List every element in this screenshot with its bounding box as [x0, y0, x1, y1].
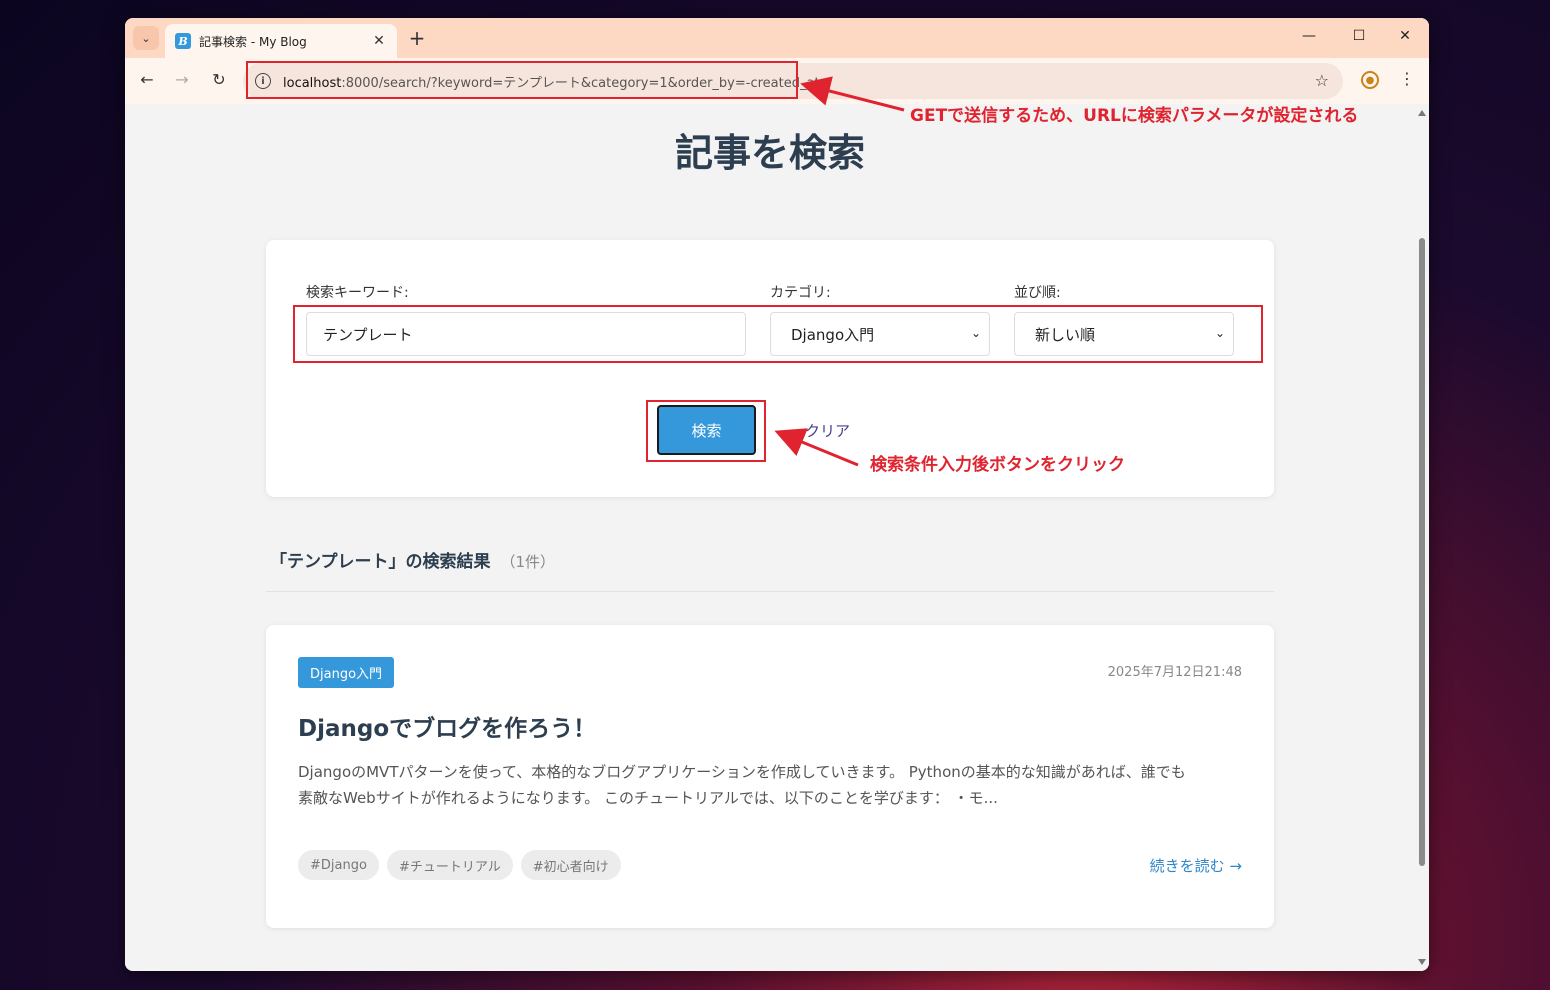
vertical-scrollbar[interactable] — [1415, 104, 1429, 971]
tab-bar: ⌄ B 記事検索 - My Blog ✕ + — ☐ ✕ — [125, 18, 1429, 58]
tab-search-button[interactable]: ⌄ — [133, 26, 159, 50]
button-annotation: 検索条件入力後ボタンをクリック — [870, 455, 1125, 475]
results-heading-text: 「テンプレート」の検索結果 — [270, 552, 491, 572]
url-highlight-box — [246, 61, 798, 99]
page-content: 記事を検索 検索キーワード: カテゴリ: 並び順: テンプレート Django入… — [125, 104, 1415, 971]
scroll-up-icon[interactable] — [1418, 110, 1426, 116]
profile-icon[interactable]: ● — [1361, 71, 1379, 89]
scroll-down-icon[interactable] — [1418, 959, 1426, 965]
tag-django[interactable]: #Django — [298, 850, 379, 880]
read-more-link[interactable]: 続きを読む → — [1150, 855, 1242, 876]
minimize-icon[interactable]: — — [1299, 28, 1319, 44]
clear-link[interactable]: クリア — [805, 420, 850, 441]
menu-dots-icon[interactable]: ⋮ — [1399, 69, 1415, 88]
tab-close-icon[interactable]: ✕ — [371, 33, 387, 49]
back-icon[interactable]: ← — [135, 70, 159, 89]
reload-icon[interactable]: ↻ — [207, 70, 231, 89]
tag-list: #Django #チュートリアル #初心者向け — [298, 850, 621, 880]
results-count: （1件） — [500, 553, 556, 571]
inputs-highlight-box — [293, 305, 1263, 363]
article-title[interactable]: Djangoでブログを作ろう！ — [298, 709, 596, 743]
browser-window: ⌄ B 記事検索 - My Blog ✕ + — ☐ ✕ ← → ↻ i loc… — [125, 18, 1429, 971]
tab-title: 記事検索 - My Blog — [199, 34, 307, 49]
bookmark-star-icon[interactable]: ☆ — [1315, 71, 1329, 90]
excerpt-line: 素敵なWebサイトが作れるようになります。 このチュートリアルでは、以下のことを… — [298, 789, 998, 807]
page-title: 記事を検索 — [674, 131, 865, 175]
window-close-icon[interactable]: ✕ — [1395, 28, 1415, 44]
button-highlight-box — [646, 400, 766, 462]
order-label: 並び順: — [1014, 285, 1061, 301]
forward-icon[interactable]: → — [170, 70, 194, 89]
article-excerpt: DjangoのMVTパターンを使って、本格的なブログアプリケーションを作成してい… — [298, 759, 1248, 811]
article-date: 2025年7月12日21:48 — [1107, 665, 1242, 680]
keyword-label: 検索キーワード: — [306, 285, 409, 301]
url-annotation: GETで送信するため、URLに検索パラメータが設定される — [910, 106, 1359, 126]
new-tab-icon[interactable]: + — [407, 28, 427, 48]
scroll-thumb[interactable] — [1419, 238, 1425, 866]
divider — [266, 591, 1274, 592]
category-label: カテゴリ: — [770, 285, 831, 301]
tag-tutorial[interactable]: #チュートリアル — [386, 850, 513, 880]
maximize-icon[interactable]: ☐ — [1349, 28, 1369, 44]
tag-beginner[interactable]: #初心者向け — [520, 850, 621, 880]
article-card: Django入門 2025年7月12日21:48 Djangoでブログを作ろう！… — [266, 625, 1274, 928]
results-heading: 「テンプレート」の検索結果 （1件） — [270, 547, 555, 572]
category-badge[interactable]: Django入門 — [298, 657, 395, 688]
browser-tab[interactable]: B 記事検索 - My Blog ✕ — [165, 24, 397, 58]
blog-favicon-icon: B — [175, 33, 191, 49]
excerpt-line: DjangoのMVTパターンを使って、本格的なブログアプリケーションを作成してい… — [298, 763, 1186, 781]
